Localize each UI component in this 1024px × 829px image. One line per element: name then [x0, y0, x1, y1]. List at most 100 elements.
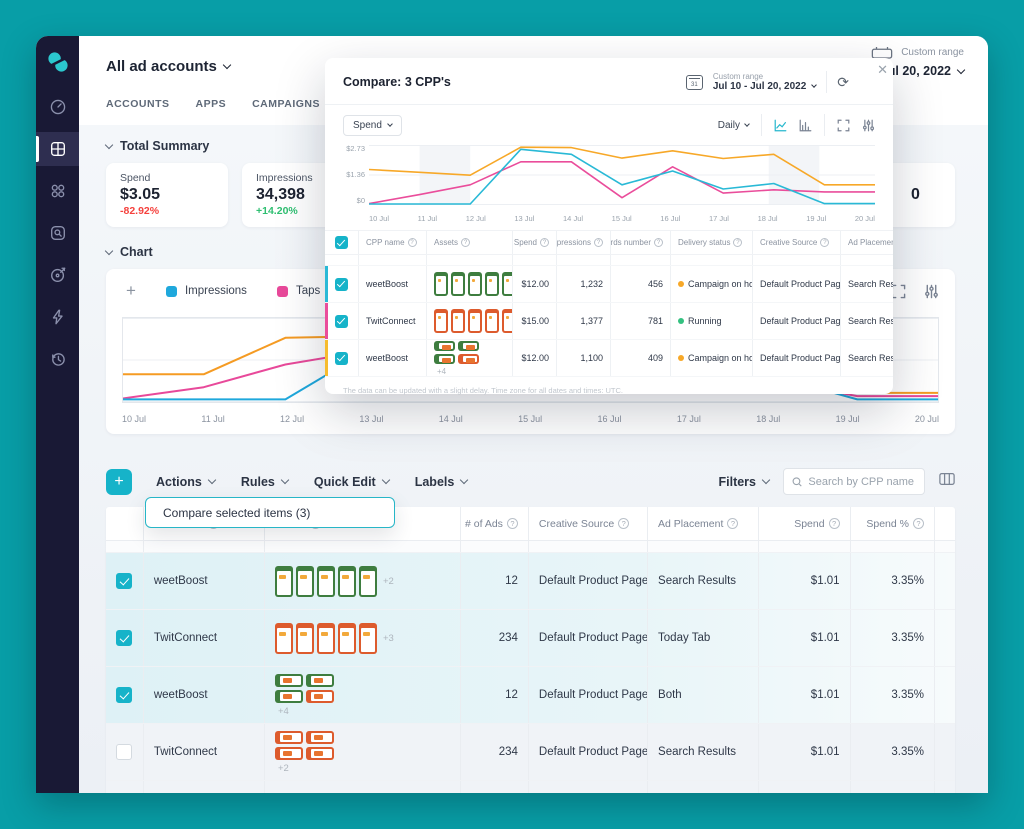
search-input[interactable] [808, 476, 916, 488]
menu-actions[interactable]: Actions [156, 475, 215, 489]
x-tick-label: 18 Jul [758, 214, 778, 223]
sidebar-item-automation[interactable] [36, 300, 79, 334]
asset-thumb [296, 566, 314, 597]
table-cell: 456 [611, 266, 671, 302]
table-row[interactable]: TwitConnect+2234Default Product PageSear… [106, 724, 955, 781]
table-cell [333, 266, 359, 302]
line-chart-icon[interactable] [774, 119, 787, 132]
select-all-checkbox[interactable] [335, 236, 348, 249]
compare-chart [369, 144, 875, 206]
info-icon: ? [727, 518, 738, 529]
dashboard-add-icon [49, 140, 67, 158]
x-tick-label: 10 Jul [369, 214, 389, 223]
asset-more-count: +4 [278, 706, 289, 717]
column-header: Spend? [513, 231, 557, 254]
x-tick-label: 19 Jul [806, 214, 826, 223]
cpp-name-cell: TwitConnect [144, 724, 265, 780]
compare-chart-x-axis: 10 Jul11 Jul12 Jul13 Jul14 Jul15 Jul16 J… [369, 214, 875, 223]
menu-rules[interactable]: Rules [241, 475, 288, 489]
cpp-name-cell: weetBoost [359, 266, 427, 302]
close-icon[interactable]: ✕ [877, 63, 888, 76]
table-cell: Default Product Page [753, 266, 841, 302]
metric-selector[interactable]: Spend [343, 115, 402, 136]
column-header: Spend %? [851, 507, 935, 540]
table-cell: 3.35% [851, 553, 935, 609]
table-row[interactable]: weetBoost+212Default Product PageSearch … [106, 553, 955, 610]
table-cell [265, 781, 461, 793]
tab-campaigns[interactable]: CAMPAIGNS [252, 98, 320, 110]
asset-thumb [306, 747, 334, 760]
add-metric-button[interactable]: + [122, 281, 140, 301]
refresh-icon[interactable]: ⟳ [837, 74, 849, 91]
expand-icon[interactable] [891, 284, 906, 299]
info-icon: ? [733, 238, 742, 247]
row-checkbox[interactable] [116, 630, 132, 646]
sidebar-item-history[interactable] [36, 342, 79, 376]
add-cpp-button[interactable]: + [106, 469, 132, 495]
bar-chart-icon[interactable] [799, 119, 812, 132]
tab-accounts[interactable]: ACCOUNTS [106, 98, 170, 110]
sliders-icon[interactable] [862, 119, 875, 132]
info-icon: ? [913, 518, 924, 529]
columns-settings-button[interactable] [939, 472, 955, 491]
sliders-icon[interactable] [924, 284, 939, 299]
table-cell: +2 [427, 266, 513, 302]
table-row[interactable]: TwitConnect+3234Default Product PageToda… [106, 610, 955, 667]
x-tick-label: 13 Jul [359, 414, 383, 424]
table-row[interactable]: weetBoost12Default Product PageToday Tab… [106, 781, 955, 793]
brand-logo[interactable] [46, 50, 70, 74]
sidebar-item-keywords[interactable] [36, 216, 79, 250]
divider [824, 114, 825, 136]
asset-thumb [275, 731, 303, 744]
calendar-icon: 31 [686, 75, 703, 90]
expand-icon[interactable] [837, 119, 850, 132]
table-cell: 1,100 [557, 340, 611, 376]
cpp-name-cell: weetBoost [144, 667, 265, 723]
legend-item[interactable]: Impressions [166, 285, 247, 297]
row-checkbox[interactable] [116, 573, 132, 589]
column-header: Ad Placement? [648, 507, 759, 540]
table-cell: 234 [461, 724, 529, 780]
x-tick-label: 10 Jul [122, 414, 146, 424]
table-cell: Search Results [841, 266, 893, 302]
compare-table-row[interactable]: weetBoost+4$12.001,100409Campaign on hol… [325, 340, 893, 377]
row-checkbox[interactable] [116, 744, 132, 760]
sidebar-item-apps[interactable] [36, 174, 79, 208]
compare-table-row[interactable]: TwitConnect+3$15.001,377781RunningDefaul… [325, 303, 893, 340]
search-review-icon [49, 224, 67, 242]
chevron-down-icon [387, 121, 393, 127]
row-checkbox[interactable] [335, 278, 348, 291]
x-tick-label: 19 Jul [836, 414, 860, 424]
table-cell: Default Product Page [529, 781, 648, 793]
asset-thumb [317, 566, 335, 597]
row-checkbox[interactable] [335, 352, 348, 365]
x-tick-label: 17 Jul [677, 414, 701, 424]
table-cell: $15.00 [513, 303, 557, 339]
asset-thumb [338, 623, 356, 654]
cpp-name-cell: weetBoost [144, 553, 265, 609]
sidebar-item-dashboard[interactable] [36, 90, 79, 124]
compare-table-row[interactable]: weetBoost+2$12.001,232456Campaign on hol… [325, 266, 893, 303]
legend-item[interactable]: Taps [277, 285, 320, 297]
asset-thumb [502, 309, 513, 333]
info-icon: ? [408, 238, 417, 247]
interval-selector[interactable]: Daily [718, 120, 749, 131]
compare-table-spacer-row [325, 255, 893, 266]
modal-date-range-picker[interactable]: 31 Custom range Jul 10 - Jul 20, 2022 ⟳ [686, 71, 849, 93]
sidebar-item-goals[interactable] [36, 258, 79, 292]
bolt-icon [49, 308, 67, 326]
row-checkbox[interactable] [335, 315, 348, 328]
row-checkbox[interactable] [116, 687, 132, 703]
asset-more-count: +2 [278, 763, 289, 774]
account-selector[interactable]: All ad accounts [106, 58, 230, 75]
asset-more-count: +4 [437, 367, 446, 376]
table-row[interactable]: weetBoost+412Default Product PageBoth$1.… [106, 667, 955, 724]
column-header: # of Ads? [461, 507, 529, 540]
menu-labels[interactable]: Labels [415, 475, 468, 489]
menu-quick-edit[interactable]: Quick Edit [314, 475, 389, 489]
sidebar-item-campaigns[interactable] [36, 132, 79, 166]
tab-apps[interactable]: APPS [196, 98, 227, 110]
asset-thumb [275, 566, 293, 597]
filters-button[interactable]: Filters [718, 475, 769, 489]
actions-dropdown-item-compare[interactable]: Compare selected items (3) [145, 497, 395, 528]
